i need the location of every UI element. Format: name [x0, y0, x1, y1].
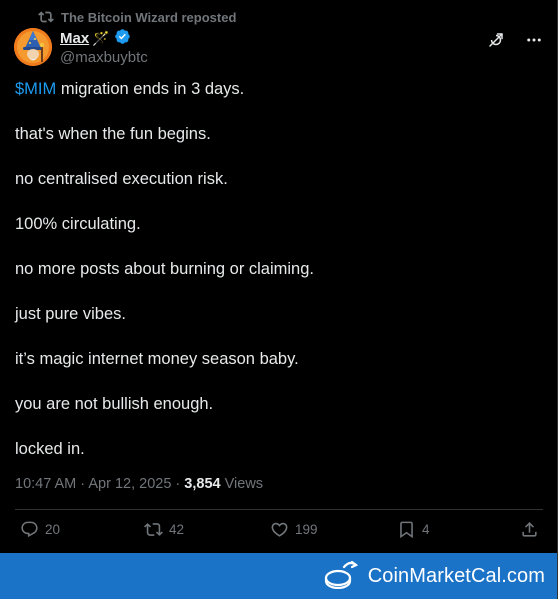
heart-icon [270, 520, 289, 539]
repost-icon [144, 520, 163, 539]
more-options-icon[interactable] [525, 31, 543, 49]
bookmark-count: 4 [422, 522, 430, 537]
post-line: $MIM migration ends in 3 days. [15, 78, 535, 100]
author-name[interactable]: Max [60, 30, 89, 47]
meta-separator: · [76, 476, 89, 492]
views-label: Views [220, 476, 264, 492]
post-line: no centralised execution risk. [15, 170, 228, 188]
post-line: you are not bullish enough. [15, 395, 214, 413]
repost-icon [38, 9, 54, 25]
action-bar: 20 42 199 4 [0, 520, 557, 546]
watermark-bar: CoinMarketCal.com [0, 553, 557, 599]
post-page: The Bitcoin Wizard reposted Max 🪄 @maxbu… [0, 0, 558, 599]
post-time[interactable]: 10:47 AM [15, 476, 76, 492]
reply-icon [20, 520, 39, 539]
post-body: $MIM migration ends in 3 days. that's wh… [15, 78, 535, 483]
views-count: 3,854 [184, 476, 221, 492]
grok-icon[interactable] [487, 31, 505, 49]
reply-button[interactable]: 20 [20, 520, 60, 539]
repost-count: 42 [169, 522, 185, 537]
bookmark-icon [397, 520, 416, 539]
post-line-text: migration ends in 3 days. [56, 80, 245, 98]
post-meta: 10:47 AM · Apr 12, 2025 · 3,854 Views [15, 476, 263, 492]
share-button[interactable] [520, 520, 539, 539]
reply-count: 20 [45, 522, 61, 537]
watermark-brand: CoinMarketCal.com [367, 564, 545, 587]
repost-button[interactable]: 42 [144, 520, 184, 539]
divider [15, 509, 543, 510]
wand-emoji: 🪄 [92, 30, 110, 46]
post-line: 100% circulating. [15, 215, 141, 233]
repost-text: The Bitcoin Wizard reposted [61, 9, 237, 25]
post-line: just pure vibes. [15, 305, 126, 323]
avatar[interactable] [14, 28, 52, 66]
bookmark-button[interactable]: 4 [397, 520, 430, 539]
post-date[interactable]: Apr 12, 2025 [88, 476, 171, 492]
verified-badge-icon [114, 28, 131, 49]
author-handle[interactable]: @maxbuybtc [60, 49, 148, 66]
repost-indicator[interactable]: The Bitcoin Wizard reposted [38, 9, 236, 25]
post-header-actions [487, 31, 543, 49]
cashtag-link[interactable]: $MIM [15, 80, 56, 98]
like-count: 199 [295, 522, 318, 537]
author-block: Max 🪄 @maxbuybtc [60, 29, 148, 66]
coinmarketcal-logo-icon [322, 559, 360, 594]
like-button[interactable]: 199 [270, 520, 318, 539]
post-line: locked in. [15, 440, 85, 458]
post-line: that's when the fun begins. [15, 125, 211, 143]
post-line: no more posts about burning or claiming. [15, 260, 314, 278]
post-line: it’s magic internet money season baby. [15, 350, 299, 368]
author-name-row: Max 🪄 [60, 29, 148, 48]
meta-separator: · [171, 476, 185, 492]
share-icon [520, 520, 539, 539]
